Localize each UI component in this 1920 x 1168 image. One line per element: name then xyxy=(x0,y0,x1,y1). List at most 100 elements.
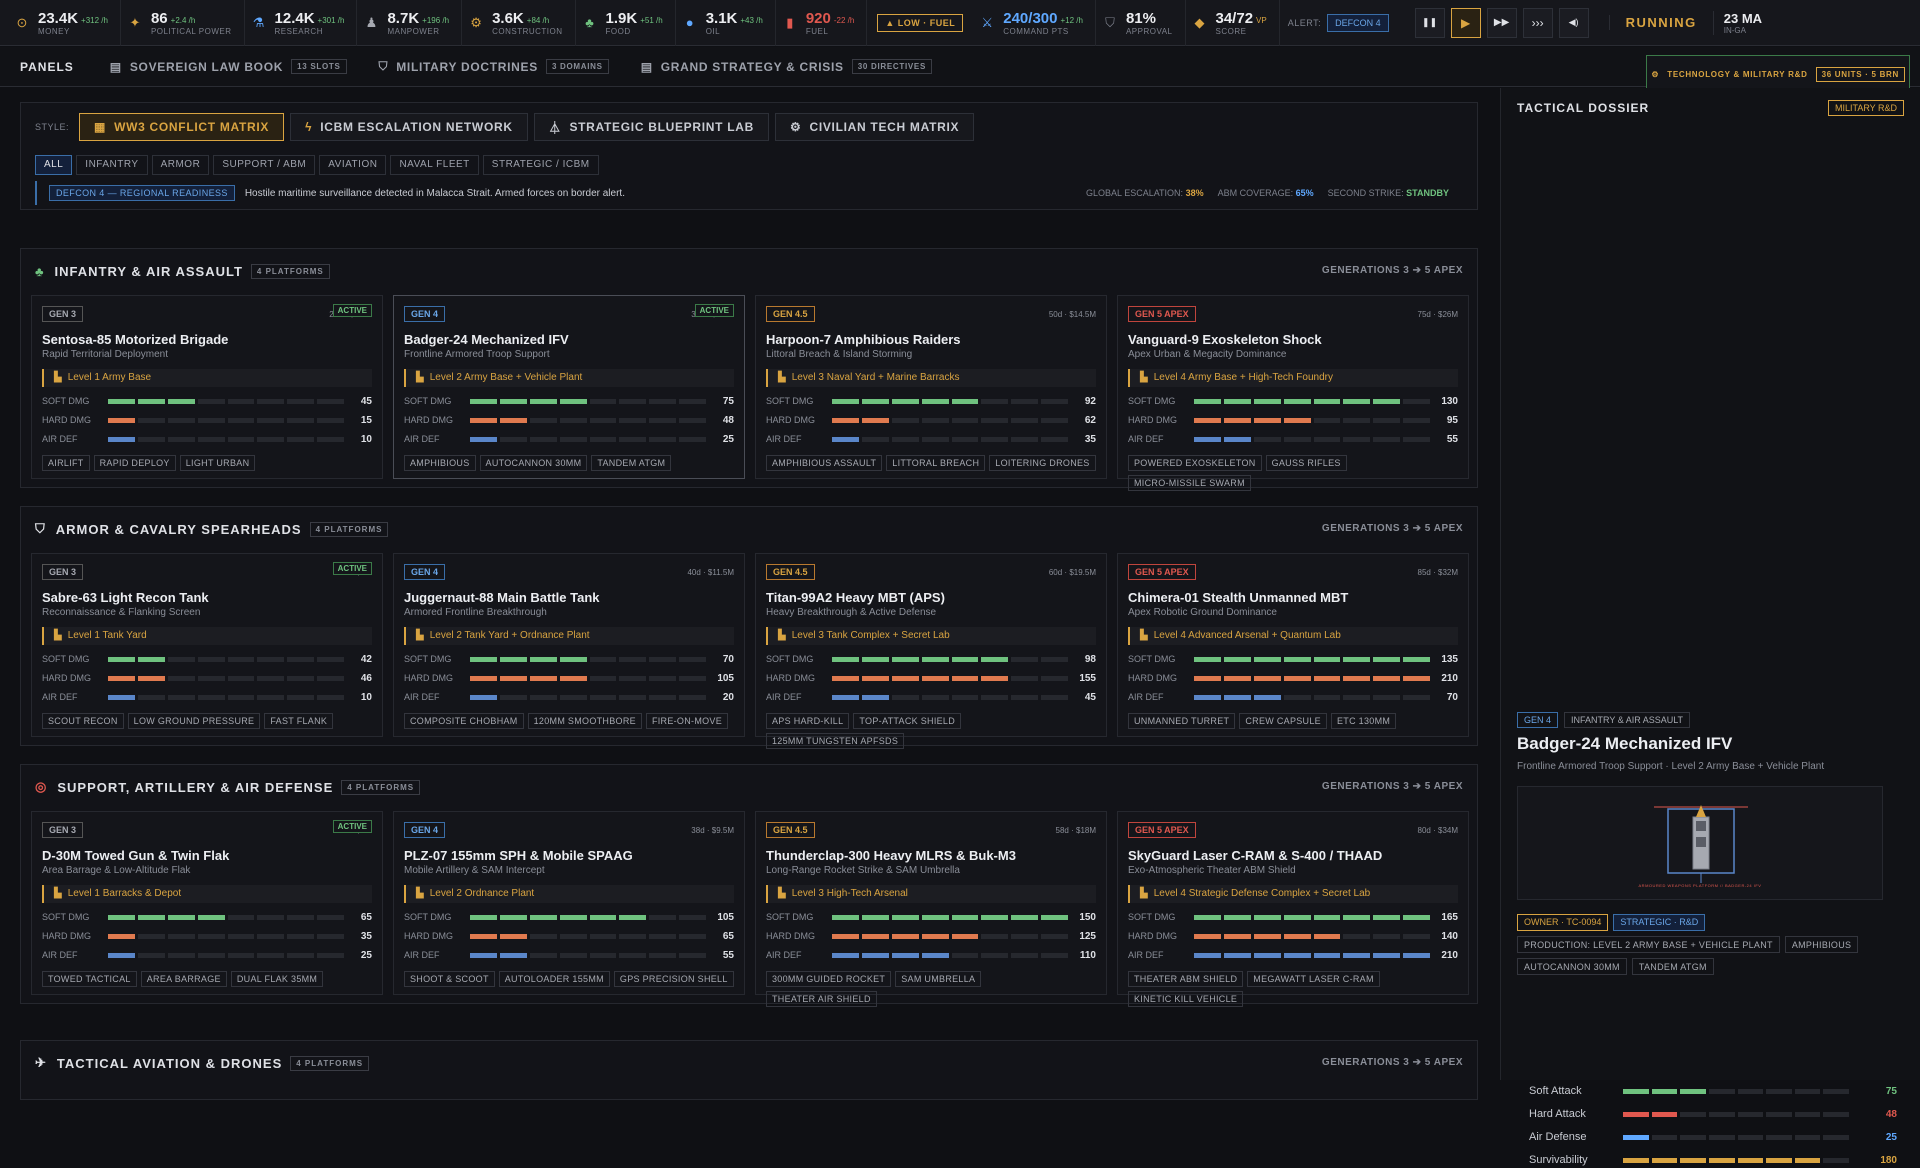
unit-card[interactable]: GEN 435d · $8.2MACTIVEBadger-24 Mechaniz… xyxy=(393,295,745,479)
play-button[interactable]: ▶ xyxy=(1450,7,1481,38)
stat-segment xyxy=(649,914,677,920)
stat-segment xyxy=(167,417,195,423)
active-badge: ACTIVE xyxy=(332,820,372,833)
filter-strategic-icbm[interactable]: STRATEGIC / ICBM xyxy=(482,155,599,175)
stat-segment xyxy=(1253,933,1281,939)
filter-all[interactable]: ALL xyxy=(35,155,73,175)
stat-segment xyxy=(470,417,497,423)
stat-label: AIR DEF xyxy=(1128,434,1164,444)
section-generations: GENERATIONS 3 ➔ 5 APEX xyxy=(1321,781,1463,792)
stat-label: SOFT DMG xyxy=(404,396,452,406)
stat-bar xyxy=(832,436,1068,442)
filter-aviation[interactable]: AVIATION xyxy=(319,155,387,175)
filter-naval-fleet[interactable]: NAVAL FLEET xyxy=(390,155,479,175)
resource-label: FOOD xyxy=(605,26,631,36)
unit-requirement: ▙ Level 2 Ordnance Plant xyxy=(404,885,734,903)
stat-segment xyxy=(1373,417,1401,423)
style-label-text: ICBM ESCALATION NETWORK xyxy=(320,120,513,134)
stat-bar xyxy=(108,952,344,958)
stat-value: 140 xyxy=(1441,930,1458,942)
unit-card[interactable]: GEN 320d · $4.5MACTIVESentosa-85 Motoriz… xyxy=(31,295,383,479)
stat-segment xyxy=(257,436,285,442)
filter-armor[interactable]: ARMOR xyxy=(151,155,210,175)
panels-label: PANELS xyxy=(20,59,74,74)
resource-label: MANPOWER xyxy=(387,26,440,36)
tab-label: MILITARY DOCTRINES xyxy=(396,59,538,74)
stat-segment xyxy=(257,675,285,681)
branch-tag: STRATEGIC · R&D xyxy=(1613,914,1706,931)
stat-segment xyxy=(921,436,949,442)
stat-bar xyxy=(470,694,706,700)
resource-label: CONSTRUCTION xyxy=(492,26,563,36)
stat-segment xyxy=(891,933,919,939)
pause-button[interactable]: ❚❚ xyxy=(1414,7,1445,38)
unit-tag: SCOUT RECON xyxy=(42,713,124,729)
fast-forward-button[interactable]: ▶▶ xyxy=(1486,7,1517,38)
unit-card[interactable]: GEN 5 APEX 75d · $26M Vanguard-9 Exoskelet… xyxy=(1117,295,1469,491)
stat-segment xyxy=(1011,656,1039,662)
resource-rate: -22 /h xyxy=(833,15,855,25)
generation-badge: GEN 4 xyxy=(404,306,446,322)
tab-grand-strategy[interactable]: ▤ GRAND STRATEGY & CRISIS 30 DIRECTIVES xyxy=(625,47,948,87)
stat-segment xyxy=(287,914,315,920)
style-blueprint-button[interactable]: ⏃ STRATEGIC BLUEPRINT LAB xyxy=(533,113,769,141)
unit-card[interactable]: GEN 4.5 50d · $14.5M Harpoon-7 Amphibious … xyxy=(755,295,1107,479)
stat-bar xyxy=(108,417,344,423)
active-badge: ACTIVE xyxy=(694,304,734,317)
unit-card[interactable]: GEN 5 APEX 85d · $32M Chimera-01 Stealth U… xyxy=(1117,553,1469,737)
sound-button[interactable]: ◀) xyxy=(1558,7,1589,38)
unit-card[interactable]: GEN 328d · $6MACTIVED-30M Towed Gun & Tw… xyxy=(31,811,383,995)
unit-card[interactable]: GEN 4 38d · $9.5M PLZ-07 155mm SPH & Mobil… xyxy=(393,811,745,995)
tab-doctrines[interactable]: ⛉ MILITARY DOCTRINES 3 DOMAINS xyxy=(363,47,625,87)
unit-cost-time: 50d · $14.5M xyxy=(1048,310,1096,319)
style-icbm-button[interactable]: ϟ ICBM ESCALATION NETWORK xyxy=(290,113,528,141)
stat-segment xyxy=(137,952,165,958)
tab-badge: 3 DOMAINS xyxy=(545,59,609,74)
section-title: SUPPORT, ARTILLERY & AIR DEFENSE xyxy=(57,779,334,795)
stat-segment xyxy=(137,398,165,404)
stat-bar xyxy=(108,398,344,404)
shield-icon: ⛉ xyxy=(1105,14,1115,30)
stat-segment xyxy=(891,417,919,423)
stat-segment xyxy=(619,694,647,700)
stat-bar xyxy=(470,417,706,423)
style-ww3-button[interactable]: ▦ WW3 CONFLICT MATRIX xyxy=(79,113,285,141)
factory-icon: ▙ xyxy=(54,630,62,641)
stat-segment xyxy=(287,417,315,423)
stat-value: 10 xyxy=(360,691,372,703)
unit-card[interactable]: GEN 4 40d · $11.5M Juggernaut-88 Main Batt… xyxy=(393,553,745,737)
stat-segment xyxy=(981,952,1009,958)
stat-segment xyxy=(257,398,285,404)
stat-segment xyxy=(1343,914,1371,920)
unit-card[interactable]: GEN 4.5 60d · $19.5M Titan-99A2 Heavy MBT … xyxy=(755,553,1107,749)
stat-segment xyxy=(951,914,979,920)
style-civilian-button[interactable]: ⚙ CIVILIAN TECH MATRIX xyxy=(774,113,975,141)
stat-segment xyxy=(1223,952,1251,958)
filter-support-abm[interactable]: SUPPORT / ABM xyxy=(213,155,316,175)
stat-segment xyxy=(589,398,617,404)
stat-segment xyxy=(1313,914,1341,920)
unit-subtitle: Reconnaissance & Flanking Screen xyxy=(42,607,201,618)
stat-segment xyxy=(227,398,255,404)
unit-card[interactable]: GEN 4.5 58d · $18M Thunderclap-300 Heavy M… xyxy=(755,811,1107,1007)
low-fuel-warning[interactable]: ▲ LOW · FUEL xyxy=(877,13,964,32)
stat-segment xyxy=(1403,398,1430,404)
unit-card[interactable]: GEN 5 APEX 80d · $34M SkyGuard Laser C-RAM… xyxy=(1117,811,1469,1007)
stat-row: SOFT DMG 98 xyxy=(766,653,1096,665)
stat-bar xyxy=(1194,933,1430,939)
unit-cost-time: 80d · $34M xyxy=(1417,826,1458,835)
stat-segment xyxy=(499,952,527,958)
stat-segment xyxy=(861,675,889,681)
defcon-button[interactable]: DEFCON 4 xyxy=(1327,13,1389,32)
unit-requirement: ▙ Level 3 High-Tech Arsenal xyxy=(766,885,1096,903)
stat-segment xyxy=(1343,694,1371,700)
unit-requirement: ▙ Level 2 Tank Yard + Ordnance Plant xyxy=(404,627,734,645)
resource-rate: +2.4 /h xyxy=(170,15,196,25)
stat-bar xyxy=(1194,914,1430,920)
unit-card[interactable]: GEN 322d · $5MACTIVESabre-63 Light Recon… xyxy=(31,553,383,737)
fastest-button[interactable]: ››› xyxy=(1522,7,1553,38)
tab-law-book[interactable]: ▤ SOVEREIGN LAW BOOK 13 SLOTS xyxy=(94,47,363,87)
resource-money: ⊙ 23.4K +312 /h MONEY xyxy=(8,0,121,46)
stat-segment xyxy=(1194,398,1221,404)
filter-infantry[interactable]: INFANTRY xyxy=(76,155,148,175)
